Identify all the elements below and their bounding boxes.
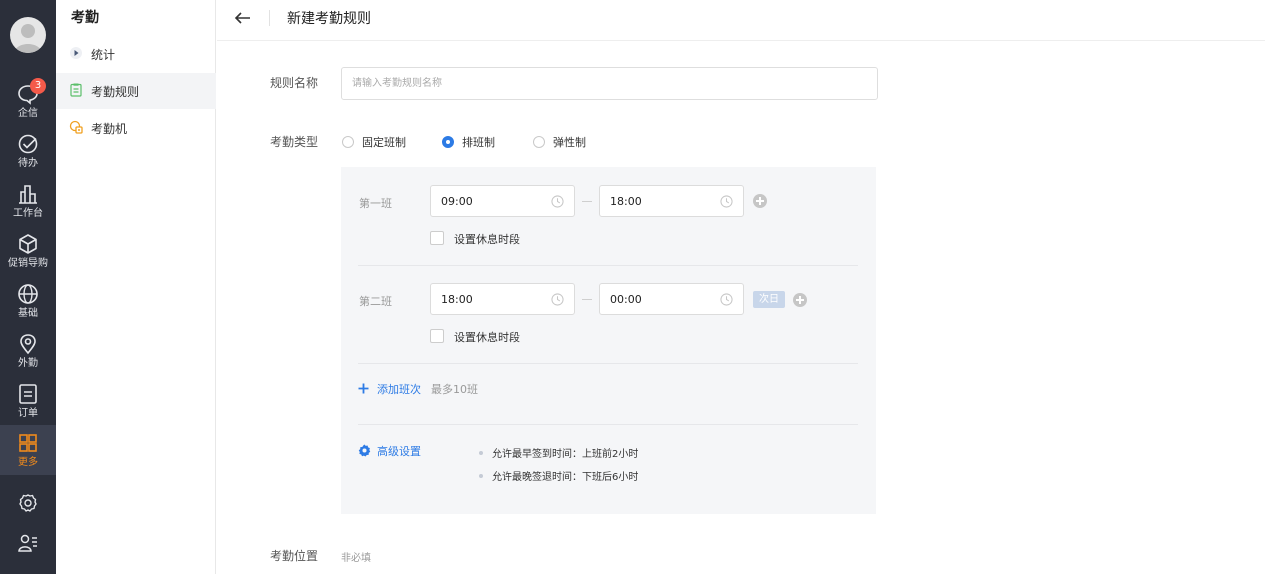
submenu-item-rules[interactable]: 考勤规则 xyxy=(56,73,216,109)
shift-2-end-time[interactable]: 00:00 xyxy=(599,283,744,315)
triangle-right-icon xyxy=(70,47,82,59)
main-content: 新建考勤规则 规则名称 考勤类型 固定班制 排班制 弹性制 第一班 09:00 xyxy=(217,0,1265,574)
bullet xyxy=(479,451,483,455)
time-value: 18:00 xyxy=(610,195,642,208)
rail-item-more[interactable]: 更多 xyxy=(0,425,56,475)
shift-2-start-time[interactable]: 18:00 xyxy=(430,283,575,315)
submenu-item-device[interactable]: 考勤机 xyxy=(56,110,216,146)
clock-icon xyxy=(720,195,733,208)
shift-2-label: 第二班 xyxy=(359,295,392,308)
divider xyxy=(358,363,858,364)
rail-item-label: 基础 xyxy=(18,308,38,319)
radio-dot xyxy=(533,136,545,148)
rail-item-label: 促销导购 xyxy=(8,258,48,269)
order-icon xyxy=(19,384,37,404)
rail-item-label: 企信 xyxy=(18,108,38,119)
rail-item-label: 订单 xyxy=(18,408,38,419)
time-range-dash xyxy=(582,299,592,300)
shift-1-break-checkbox[interactable] xyxy=(430,231,444,245)
shift-1-end-time[interactable]: 18:00 xyxy=(599,185,744,217)
rail-item-todo[interactable]: 待办 xyxy=(0,126,56,176)
rail-settings[interactable] xyxy=(0,490,56,520)
radio-label: 弹性制 xyxy=(553,136,586,149)
rail-item-qixin[interactable]: 3 企信 xyxy=(0,76,56,126)
page-title: 新建考勤规则 xyxy=(287,11,371,27)
left-rail: 3 企信 待办 工作台 促销导购 基础 外勤 订单 更多 xyxy=(0,0,56,574)
shift-1-break-label: 设置休息时段 xyxy=(454,233,520,246)
max-shifts-hint: 最多10班 xyxy=(431,383,478,396)
globe-icon xyxy=(18,284,38,304)
shift-2-break-label: 设置休息时段 xyxy=(454,331,520,344)
rail-item-label: 工作台 xyxy=(13,208,43,219)
shift-1-start-time[interactable]: 09:00 xyxy=(430,185,575,217)
avatar-icon xyxy=(14,24,42,53)
advanced-settings-label: 高级设置 xyxy=(377,445,421,458)
shift-1-label: 第一班 xyxy=(359,197,392,210)
settings-icon xyxy=(19,494,37,512)
time-range-dash xyxy=(582,201,592,202)
submenu-item-statistics[interactable]: 统计 xyxy=(56,36,216,72)
page-header: 新建考勤规则 xyxy=(217,0,1265,41)
shift-settings-panel: 第一班 09:00 18:00 设置休息时段 第二班 18:00 00:00 次… xyxy=(341,167,876,514)
rail-item-promotion[interactable]: 促销导购 xyxy=(0,226,56,276)
radio-label: 固定班制 xyxy=(362,136,406,149)
radio-dot xyxy=(342,136,354,148)
attendance-submenu: 考勤 统计 考勤规则 考勤机 xyxy=(56,0,216,574)
back-arrow-icon[interactable] xyxy=(233,8,253,28)
submenu-title: 考勤 xyxy=(71,10,99,26)
submenu-item-label: 统计 xyxy=(91,48,116,62)
location-label: 考勤位置 xyxy=(270,549,319,563)
rule-latest-checkout: 允许最晚签退时间：下班后6小时 xyxy=(479,468,638,483)
rail-item-label: 更多 xyxy=(18,457,38,468)
rail-item-label: 待办 xyxy=(18,158,38,169)
unread-badge: 3 xyxy=(30,78,46,94)
next-day-tag: 次日 xyxy=(753,291,785,308)
rail-user-list[interactable] xyxy=(0,530,56,560)
box-icon xyxy=(19,234,37,254)
clipboard-icon xyxy=(70,83,82,97)
clock-icon xyxy=(551,195,564,208)
rule-earliest-checkin: 允许最早签到时间：上班前2小时 xyxy=(479,445,638,460)
shift-2-break-checkbox[interactable] xyxy=(430,329,444,343)
add-shift-label: 添加班次 xyxy=(377,383,421,396)
location-pin-icon xyxy=(20,334,36,355)
rail-item-workbench[interactable]: 工作台 xyxy=(0,176,56,226)
device-icon xyxy=(69,120,83,134)
divider xyxy=(358,424,858,425)
rail-item-basic[interactable]: 基础 xyxy=(0,276,56,326)
add-time-icon[interactable] xyxy=(793,293,807,307)
workbench-icon xyxy=(19,185,37,204)
gear-icon xyxy=(358,444,371,457)
plus-icon xyxy=(358,383,369,394)
attendance-type-label: 考勤类型 xyxy=(270,135,319,149)
radio-dot-selected xyxy=(442,136,454,148)
app: 3 企信 待办 工作台 促销导购 基础 外勤 订单 更多 考勤 统计 考勤规则 … xyxy=(0,0,1265,574)
rule-text: 允许最晚签退时间：下班后6小时 xyxy=(492,472,639,483)
header-divider xyxy=(269,10,270,26)
rule-name-label: 规则名称 xyxy=(270,76,319,90)
location-optional-hint: 非必填 xyxy=(341,553,371,564)
add-time-icon[interactable] xyxy=(753,194,767,208)
time-value: 18:00 xyxy=(441,293,473,306)
clock-icon xyxy=(551,293,564,306)
user-list-icon xyxy=(18,534,37,552)
rule-text: 允许最早签到时间：上班前2小时 xyxy=(492,449,639,460)
divider xyxy=(358,265,858,266)
bullet xyxy=(479,474,483,478)
rule-name-input[interactable] xyxy=(341,67,878,100)
submenu-item-label: 考勤机 xyxy=(91,122,128,136)
rail-item-field[interactable]: 外勤 xyxy=(0,326,56,376)
clock-icon xyxy=(720,293,733,306)
avatar[interactable] xyxy=(10,17,46,53)
grid-icon xyxy=(19,434,37,452)
radio-label: 排班制 xyxy=(462,136,495,149)
rail-item-order[interactable]: 订单 xyxy=(0,376,56,426)
submenu-item-label: 考勤规则 xyxy=(91,85,140,99)
check-circle-icon xyxy=(18,134,38,154)
time-value: 09:00 xyxy=(441,195,473,208)
time-value: 00:00 xyxy=(610,293,642,306)
rail-item-label: 外勤 xyxy=(18,358,38,369)
